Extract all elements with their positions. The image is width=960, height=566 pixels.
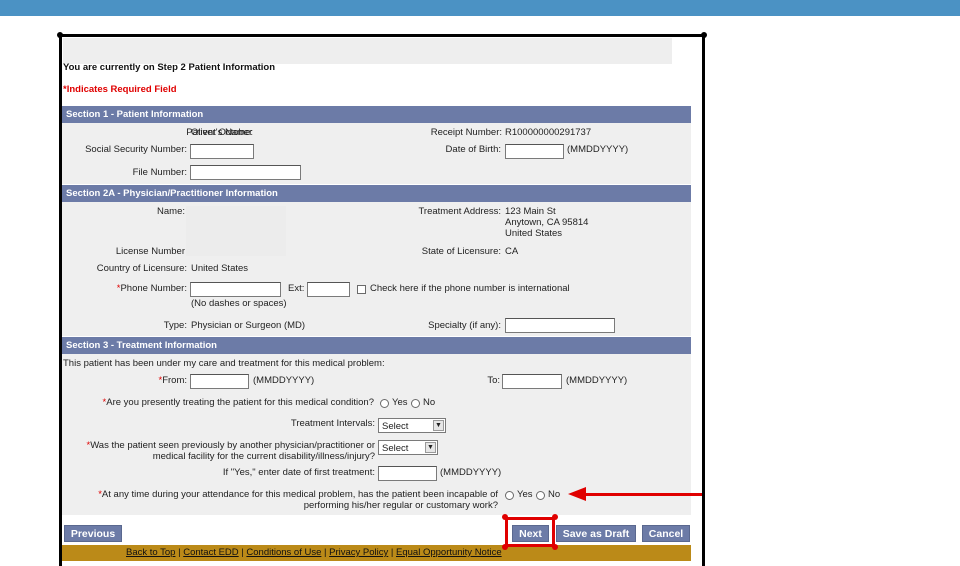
international-phone-checkbox[interactable] bbox=[357, 285, 366, 294]
file-number-input[interactable] bbox=[190, 165, 301, 180]
first-treatment-input[interactable] bbox=[378, 466, 437, 481]
cancel-button[interactable]: Cancel bbox=[642, 525, 690, 542]
specialty-input[interactable] bbox=[505, 318, 615, 333]
footer-link-back-to-top[interactable]: Back to Top bbox=[126, 547, 175, 558]
incapable-no-radio[interactable] bbox=[536, 491, 545, 500]
phone-hint: (No dashes or spaces) bbox=[191, 298, 287, 309]
ext-label: Ext: bbox=[288, 283, 305, 294]
highlight-corner bbox=[502, 544, 508, 550]
top-banner bbox=[0, 0, 960, 16]
dob-format-hint: (MMDDYYYY) bbox=[567, 144, 629, 155]
state-licensure-value: CA bbox=[505, 246, 519, 257]
receipt-number-value: R100000000291737 bbox=[505, 127, 592, 138]
frame-corner bbox=[701, 32, 707, 38]
step-indicator: You are currently on Step 2 Patient Info… bbox=[63, 62, 276, 73]
country-licensure-value: United States bbox=[191, 263, 249, 274]
intervals-select[interactable]: Select ▼ bbox=[378, 418, 446, 433]
treating-no-radio[interactable] bbox=[411, 399, 420, 408]
previous-button[interactable]: Previous bbox=[64, 525, 122, 542]
highlight-corner bbox=[502, 514, 508, 520]
first-treatment-format-hint: (MMDDYYYY) bbox=[440, 467, 502, 478]
seen-previously-select[interactable]: Select ▼ bbox=[378, 440, 438, 455]
country-licensure-label: Country of Licensure: bbox=[96, 263, 187, 274]
receipt-number-label: Receipt Number: bbox=[430, 127, 502, 138]
from-label: *From: bbox=[158, 375, 187, 386]
treatment-intro: This patient has been under my care and … bbox=[63, 358, 385, 369]
international-phone-label: Check here if the phone number is intern… bbox=[370, 283, 570, 294]
ssn-label: Social Security Number: bbox=[85, 144, 187, 155]
physician-name-label: Name: bbox=[157, 206, 185, 217]
highlight-corner bbox=[552, 514, 558, 520]
address-line3: United States bbox=[505, 228, 563, 239]
specialty-label: Specialty (if any): bbox=[428, 320, 501, 331]
treatment-address-label: Treatment Address: bbox=[418, 206, 501, 217]
seen-selected: Select bbox=[382, 443, 409, 454]
treating-yes-radio[interactable] bbox=[380, 399, 389, 408]
state-licensure-label: State of Licensure: bbox=[421, 246, 501, 257]
required-field-note: *Indicates Required Field bbox=[63, 84, 177, 95]
footer-link-privacy[interactable]: Privacy Policy bbox=[329, 547, 388, 558]
incapable-yes-radio[interactable] bbox=[505, 491, 514, 500]
dob-label: Date of Birth: bbox=[445, 144, 501, 155]
first-treatment-label: If "Yes," enter date of first treatment: bbox=[222, 467, 375, 478]
address-line1: 123 Main St bbox=[505, 206, 556, 217]
pointer-arrow-line bbox=[585, 493, 702, 496]
treating-no-label: No bbox=[423, 397, 436, 408]
dob-input[interactable] bbox=[505, 144, 564, 159]
footer-links: Back to Top | Contact EDD | Conditions o… bbox=[126, 547, 502, 558]
footer-link-conditions[interactable]: Conditions of Use bbox=[246, 547, 321, 558]
to-format-hint: (MMDDYYYY) bbox=[566, 375, 628, 386]
header-placeholder bbox=[63, 38, 672, 64]
dropdown-arrow-icon: ▼ bbox=[425, 442, 436, 453]
patient-name-value: Oliver October bbox=[191, 127, 253, 138]
treating-question: *Are you presently treating the patient … bbox=[102, 397, 374, 408]
to-date-input[interactable] bbox=[502, 374, 562, 389]
incapable-no-label: No bbox=[548, 489, 561, 500]
highlight-corner bbox=[552, 544, 558, 550]
seen-question-line2: medical facility for the current disabil… bbox=[152, 451, 375, 462]
to-label: To: bbox=[487, 375, 500, 386]
address-line2: Anytown, CA 95814 bbox=[505, 217, 589, 228]
phone-label: *Phone Number: bbox=[116, 283, 187, 294]
ext-input[interactable] bbox=[307, 282, 350, 297]
type-label: Type: bbox=[163, 320, 187, 331]
footer-separator: | bbox=[321, 547, 330, 558]
type-value: Physician or Surgeon (MD) bbox=[191, 320, 306, 331]
arrow-left-icon bbox=[568, 487, 586, 501]
footer-link-equal-opportunity[interactable]: Equal Opportunity Notice bbox=[396, 547, 502, 558]
treating-yes-label: Yes bbox=[392, 397, 408, 408]
incapable-question-line1: *At any time during your attendance for … bbox=[98, 489, 498, 500]
next-highlight-box bbox=[505, 517, 555, 547]
section1-header: Section 1 - Patient Information bbox=[62, 106, 691, 123]
footer-link-contact[interactable]: Contact EDD bbox=[183, 547, 238, 558]
intervals-label: Treatment Intervals: bbox=[290, 418, 375, 429]
dropdown-arrow-icon: ▼ bbox=[433, 420, 444, 431]
physician-name-value bbox=[186, 206, 286, 256]
incapable-yes-label: Yes bbox=[517, 489, 533, 500]
save-as-draft-button[interactable]: Save as Draft bbox=[556, 525, 636, 542]
footer-separator: | bbox=[388, 547, 397, 558]
phone-input[interactable] bbox=[190, 282, 281, 297]
intervals-selected: Select bbox=[382, 421, 409, 432]
from-format-hint: (MMDDYYYY) bbox=[253, 375, 315, 386]
from-date-input[interactable] bbox=[190, 374, 249, 389]
seen-question-line1: *Was the patient seen previously by anot… bbox=[86, 440, 375, 451]
license-number-label: License Number bbox=[115, 246, 185, 257]
section3-header: Section 3 - Treatment Information bbox=[62, 337, 691, 354]
file-number-label: File Number: bbox=[132, 167, 187, 178]
section2a-header: Section 2A - Physician/Practitioner Info… bbox=[62, 185, 691, 202]
ssn-input[interactable] bbox=[190, 144, 254, 159]
incapable-question-line2: performing his/her regular or customary … bbox=[303, 500, 498, 511]
